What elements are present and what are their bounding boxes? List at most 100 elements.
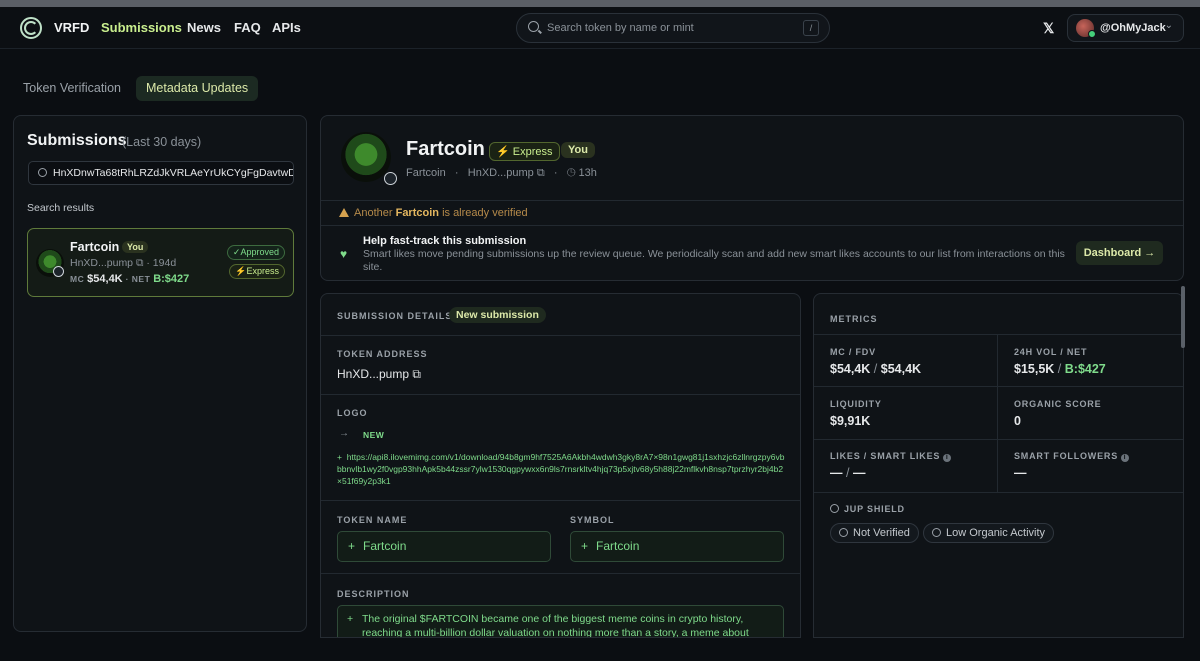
nav-submissions[interactable]: Submissions — [101, 20, 182, 35]
token-name-label: TOKEN NAME — [337, 515, 408, 525]
arrow-right-icon: → — [339, 428, 349, 439]
copy-icon[interactable]: ⧉ — [412, 367, 421, 381]
organic-score-label: ORGANIC SCORE — [1014, 399, 1102, 409]
top-navbar: VRFD Submissions News FAQ APIs Search to… — [0, 7, 1200, 49]
tab-token-verification[interactable]: Token Verification — [13, 76, 131, 101]
alert-icon — [932, 528, 941, 537]
low-organic-activity-pill: Low Organic Activity — [923, 523, 1055, 543]
nav-news[interactable]: News — [187, 20, 221, 35]
smart-followers-label: SMART FOLLOWERS i — [1014, 451, 1129, 462]
mc-value: $54,4K — [87, 273, 123, 285]
you-badge: You — [122, 241, 149, 253]
metrics-label: METRICS — [830, 314, 878, 324]
result-address-text: HnXD...pump — [70, 257, 134, 269]
token-age: 13h — [578, 167, 597, 179]
section-label: SUBMISSION DETAILS — [337, 311, 453, 321]
nav-apis[interactable]: APIs — [272, 20, 301, 35]
result-address: HnXD...pump ⧉ · 194d — [70, 257, 176, 270]
copy-icon[interactable]: ⧉ — [136, 257, 144, 269]
search-placeholder: Search token by name or mint — [547, 22, 694, 34]
you-badge: You — [561, 142, 595, 158]
window-top-strip — [0, 0, 1200, 7]
search-result-card[interactable]: Fartcoin You HnXD...pump ⧉ · 194d MC $54… — [27, 228, 294, 297]
x-icon[interactable]: 𝕏 — [1043, 20, 1054, 37]
divider — [814, 386, 1183, 387]
chevron-down-icon: ⌄ — [1164, 20, 1173, 31]
info-icon[interactable]: i — [1121, 454, 1129, 462]
token-name-field: + Fartcoin — [337, 531, 551, 562]
organic-score-value: 0 — [1014, 414, 1021, 428]
vol-net-label: 24H VOL / NET — [1014, 347, 1088, 357]
mc-label: MC — [70, 274, 85, 284]
likes-value: — / — — [830, 466, 866, 480]
divider — [321, 335, 800, 336]
page-scrollbar[interactable] — [1181, 286, 1185, 348]
copy-icon[interactable]: ⧉ — [537, 167, 545, 179]
mc-fdv-label: MC / FDV — [830, 347, 876, 357]
separator-dot: · — [547, 167, 564, 179]
metrics-panel: METRICS MC / FDV $54,4K / $54,4K 24H VOL… — [813, 293, 1184, 638]
vol-net-value: $15,5K / B:$427 — [1014, 362, 1106, 376]
avatar — [1076, 19, 1096, 38]
divider — [321, 394, 800, 395]
symbol-field: + Fartcoin — [570, 531, 784, 562]
token-address-value: HnXD...pump ⧉ — [337, 367, 421, 381]
symbol-label: SYMBOL — [570, 515, 615, 525]
liquidity-value: $9,91K — [830, 414, 871, 428]
logo-label: LOGO — [337, 408, 368, 418]
divider — [814, 439, 1183, 440]
verified-badge-icon — [384, 172, 397, 185]
tab-metadata-updates[interactable]: Metadata Updates — [136, 76, 259, 101]
warning-icon — [339, 208, 349, 217]
divider — [814, 492, 1183, 493]
net-value: B:$427 — [153, 273, 190, 285]
divider — [321, 200, 1183, 201]
search-shortcut-key: / — [803, 20, 819, 36]
mc-fdv-value: $54,4K / $54,4K — [830, 362, 922, 376]
heart-icon: ♥ — [340, 247, 348, 261]
divider — [321, 225, 1183, 226]
separator-dot: · — [448, 167, 465, 179]
token-avatar — [36, 249, 64, 277]
submissions-search-value: HnXDnwTa68tRhLRZdJkVRLAeYrUkCYgFgDavtwD — [53, 167, 294, 179]
result-age: 194d — [152, 257, 177, 269]
token-meta: Fartcoin · HnXD...pump ⧉ · ◷ 13h — [406, 167, 597, 180]
divider — [321, 500, 800, 501]
brand-name[interactable]: VRFD — [54, 20, 89, 35]
new-tag: NEW — [363, 430, 385, 440]
net-label: NET — [131, 274, 151, 284]
global-search-input[interactable]: Search token by name or mint / — [516, 13, 830, 43]
not-verified-pill: Not Verified — [830, 523, 919, 543]
submission-details-panel: SUBMISSION DETAILS New submission TOKEN … — [320, 293, 801, 638]
logo-icon[interactable] — [20, 17, 42, 39]
token-header-panel: Fartcoin ⚡ Express You Fartcoin · HnXD..… — [320, 115, 1184, 281]
divider — [814, 334, 1183, 335]
shield-icon — [830, 504, 839, 513]
fasttrack-title: Help fast-track this submission — [363, 235, 527, 247]
nav-faq[interactable]: FAQ — [234, 20, 261, 35]
express-badge: ⚡ Express — [489, 142, 560, 161]
alert-icon — [839, 528, 848, 537]
submissions-title: Submissions — [27, 132, 127, 149]
info-icon[interactable]: i — [943, 454, 952, 462]
divider — [321, 573, 800, 574]
likes-label: LIKES / SMART LIKES i — [830, 451, 952, 462]
result-metrics: MC $54,4K · NET B:$427 — [70, 273, 189, 285]
user-menu-button[interactable]: @OhMyJack ⌄ — [1067, 14, 1184, 42]
search-icon — [528, 21, 539, 32]
liquidity-label: LIQUIDITY — [830, 399, 882, 409]
jup-shield-label: JUP SHIELD — [830, 504, 905, 514]
dashboard-button[interactable]: Dashboard → — [1076, 241, 1163, 265]
search-icon — [38, 168, 47, 177]
submissions-search-input[interactable]: HnXDnwTa68tRhLRZdJkVRLAeYrUkCYgFgDavtwD — [28, 161, 294, 185]
description-label: DESCRIPTION — [337, 589, 410, 599]
new-submission-badge: New submission — [449, 307, 546, 323]
logo-url[interactable]: + https://api8.ilovemimg.com/v1/download… — [337, 451, 787, 487]
token-symbol: Fartcoin — [406, 167, 446, 179]
already-verified-warning: Another Fartcoin is already verified — [339, 207, 528, 219]
username: @OhMyJack — [1100, 22, 1166, 34]
express-badge: ⚡Express — [229, 264, 285, 279]
warning-token-link[interactable]: Fartcoin — [396, 207, 439, 219]
verified-badge-icon — [53, 266, 64, 277]
submissions-subtitle: (Last 30 days) — [122, 135, 202, 149]
